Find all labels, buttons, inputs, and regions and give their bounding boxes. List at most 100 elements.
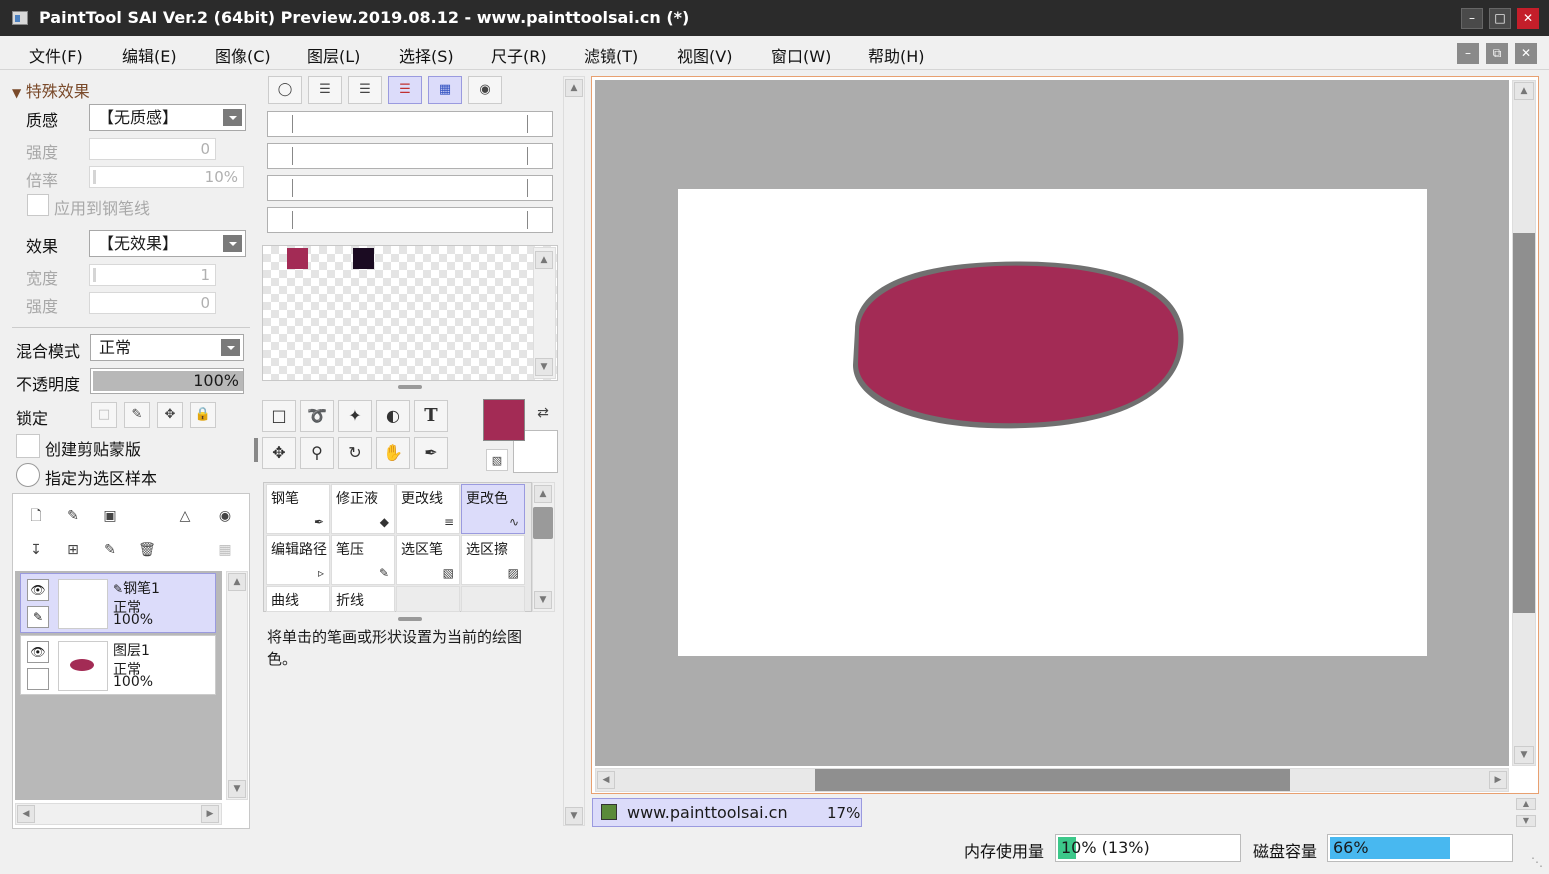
rgb-slider-icon[interactable]: ☰ bbox=[308, 76, 342, 104]
shape-icon[interactable]: ◐ bbox=[376, 400, 410, 432]
new-layer-icon[interactable]: 🗋 bbox=[25, 505, 47, 527]
scroll-left-icon[interactable]: ◀ bbox=[17, 805, 35, 823]
layer-hscrollbar[interactable] bbox=[15, 803, 222, 825]
eye-icon[interactable]: 👁 bbox=[27, 579, 49, 601]
brush-slot[interactable]: 选区擦 ▨ bbox=[461, 535, 525, 585]
menu-view[interactable]: 视图(V) bbox=[677, 43, 732, 67]
lock-all-icon[interactable]: 🔒 bbox=[190, 402, 216, 428]
scroll-up-icon[interactable]: ▲ bbox=[1514, 82, 1534, 100]
scroll-down-icon[interactable]: ▼ bbox=[228, 780, 246, 798]
menu-window[interactable]: 窗口(W) bbox=[771, 43, 831, 67]
lock-paint-icon[interactable]: ✎ bbox=[124, 402, 150, 428]
scroll-right-icon[interactable]: ▶ bbox=[1489, 771, 1507, 789]
move-icon[interactable]: ✥ bbox=[262, 437, 296, 469]
swatch-crimson[interactable] bbox=[287, 248, 308, 269]
panel-grip[interactable] bbox=[398, 617, 422, 621]
scratchpad-icon[interactable]: ◉ bbox=[468, 76, 502, 104]
magic-wand-icon[interactable]: ✦ bbox=[338, 400, 372, 432]
brush-slot[interactable]: 折线 bbox=[331, 586, 395, 612]
clear-layer-icon[interactable]: ✎ bbox=[99, 539, 121, 561]
swatch-grid-icon[interactable]: ▦ bbox=[428, 76, 462, 104]
transparent-color-icon[interactable]: ▧ bbox=[486, 449, 508, 471]
rotate-icon[interactable]: ↻ bbox=[338, 437, 372, 469]
scroll-down-icon[interactable]: ▼ bbox=[565, 807, 583, 825]
scroll-down-icon[interactable]: ▼ bbox=[1516, 815, 1536, 827]
menu-help[interactable]: 帮助(H) bbox=[868, 43, 925, 67]
minimize-button[interactable]: – bbox=[1461, 8, 1483, 29]
brush-slot-empty[interactable] bbox=[396, 586, 460, 612]
hsv-slider-icon[interactable]: ☰ bbox=[348, 76, 382, 104]
scroll-right-icon[interactable]: ▶ bbox=[201, 805, 219, 823]
brush-slot[interactable]: 笔压 ✎ bbox=[331, 535, 395, 585]
lock-transparency-icon[interactable]: □ bbox=[91, 402, 117, 428]
blend-mode-select[interactable]: 正常 bbox=[90, 334, 244, 361]
brush-slot[interactable]: 更改线 ≡ bbox=[396, 484, 460, 534]
scroll-down-icon[interactable]: ▼ bbox=[1514, 746, 1534, 764]
brush-slot[interactable]: 更改色 ∿ bbox=[461, 484, 525, 534]
scroll-up-icon[interactable]: ▲ bbox=[228, 573, 246, 591]
scroll-down-icon[interactable]: ▼ bbox=[535, 358, 553, 376]
new-pen-layer-icon[interactable]: ✎ bbox=[62, 505, 84, 527]
clip-mask-checkbox[interactable] bbox=[16, 434, 40, 458]
eye-icon[interactable]: 👁 bbox=[27, 641, 49, 663]
panel-grip[interactable] bbox=[398, 385, 422, 389]
menu-layer[interactable]: 图层(L) bbox=[307, 43, 360, 67]
canvas-hscroll-thumb[interactable] bbox=[815, 769, 1290, 791]
scroll-left-icon[interactable]: ◀ bbox=[597, 771, 615, 789]
lock-move-icon[interactable]: ✥ bbox=[157, 402, 183, 428]
scroll-thumb[interactable] bbox=[533, 507, 553, 539]
swatch-dark[interactable] bbox=[353, 248, 374, 269]
hand-icon[interactable]: ✋ bbox=[376, 437, 410, 469]
menu-image[interactable]: 图像(C) bbox=[215, 43, 271, 67]
scale-field[interactable]: 10% bbox=[89, 166, 244, 188]
scroll-up-icon[interactable]: ▲ bbox=[535, 251, 553, 269]
menu-ruler[interactable]: 尺子(R) bbox=[491, 43, 547, 67]
eyedropper-icon[interactable]: ✒ bbox=[414, 437, 448, 469]
menu-file[interactable]: 文件(F) bbox=[29, 43, 83, 67]
strength-field[interactable]: 0 bbox=[89, 138, 216, 160]
trash-icon[interactable]: 🗑 bbox=[136, 539, 158, 561]
strength2-field[interactable]: 0 bbox=[89, 292, 216, 314]
scroll-up-icon[interactable]: ▲ bbox=[1516, 798, 1536, 810]
color-wheel-icon[interactable]: ◯ bbox=[268, 76, 302, 104]
lasso-icon[interactable]: ➰ bbox=[300, 400, 334, 432]
text-tool-icon[interactable]: T bbox=[414, 400, 448, 432]
brush-slot[interactable]: 编辑路径 ▹ bbox=[266, 535, 330, 585]
menu-filter[interactable]: 滤镜(T) bbox=[584, 43, 638, 67]
scroll-up-icon[interactable]: ▲ bbox=[565, 79, 583, 97]
color-slider-4[interactable] bbox=[267, 207, 553, 233]
maximize-button[interactable]: □ bbox=[1489, 8, 1511, 29]
zoom-icon[interactable]: ⚲ bbox=[300, 437, 334, 469]
brush-slot[interactable]: 修正液 ◆ bbox=[331, 484, 395, 534]
rect-select-icon[interactable]: □ bbox=[262, 400, 296, 432]
layer-row-layer1[interactable]: 👁 图层1 正常 100% bbox=[20, 635, 216, 695]
middle-scrollbar[interactable] bbox=[563, 76, 585, 826]
opacity-slider[interactable]: 100% bbox=[90, 368, 244, 394]
color-slider-2[interactable] bbox=[267, 143, 553, 169]
layer-effect-icon[interactable]: △ bbox=[174, 505, 196, 527]
color-slider-3[interactable] bbox=[267, 175, 553, 201]
merge-down-icon[interactable]: ↧ bbox=[25, 539, 47, 561]
doc-close-button[interactable]: ✕ bbox=[1515, 43, 1537, 64]
merge-layer-icon[interactable]: ⊞ bbox=[62, 539, 84, 561]
layer-scrollbar[interactable] bbox=[226, 571, 248, 800]
selection-source-checkbox[interactable] bbox=[16, 463, 40, 487]
resize-grip-icon[interactable]: ⋱ bbox=[1531, 855, 1543, 869]
brush-slot[interactable]: 曲线 bbox=[266, 586, 330, 612]
panel-splitter[interactable] bbox=[254, 438, 258, 462]
menu-select[interactable]: 选择(S) bbox=[399, 43, 454, 67]
brush-slot[interactable]: 钢笔 ✒ bbox=[266, 484, 330, 534]
scroll-down-icon[interactable]: ▼ bbox=[534, 591, 552, 609]
texture-select[interactable]: 【无质感】 bbox=[89, 104, 246, 131]
effects-header[interactable]: ▼ 特殊效果 bbox=[12, 78, 90, 102]
apply-pen-checkbox[interactable] bbox=[27, 194, 49, 216]
color-slider-1[interactable] bbox=[267, 111, 553, 137]
brush-slot-empty[interactable] bbox=[461, 586, 525, 612]
mask-icon[interactable]: ◉ bbox=[214, 505, 236, 527]
brush-slot[interactable]: 选区笔 ▧ bbox=[396, 535, 460, 585]
swap-colors-icon[interactable]: ⇄ bbox=[532, 402, 554, 424]
menu-edit[interactable]: 编辑(E) bbox=[122, 43, 177, 67]
scroll-up-icon[interactable]: ▲ bbox=[534, 485, 552, 503]
doc-restore-button[interactable]: ⧉ bbox=[1486, 43, 1508, 64]
copy-mask-icon[interactable]: ▦ bbox=[214, 539, 236, 561]
